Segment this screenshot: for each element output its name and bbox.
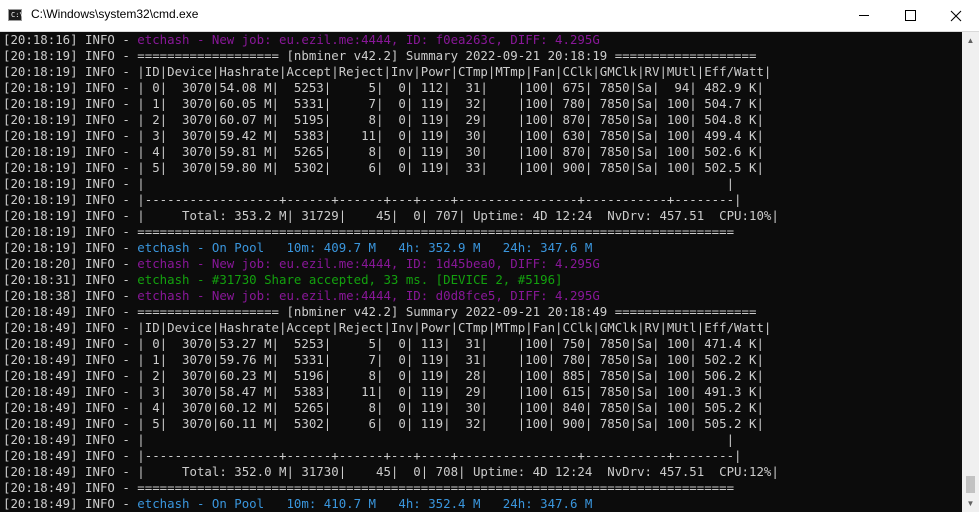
log-message: etchash - On Pool 10m: 409.7 M 4h: 352.9… — [137, 240, 593, 255]
log-prefix: [20:18:49] INFO - | Total: 352.0 M| 3173… — [3, 464, 779, 479]
log-prefix: [20:18:19] INFO - | | — [3, 176, 735, 191]
log-prefix: [20:18:49] INFO - | 4| 3070|60.12 M| 526… — [3, 400, 764, 415]
log-prefix: [20:18:19] INFO - |ID|Device|Hashrate|Ac… — [3, 64, 772, 79]
log-prefix: [20:18:19] INFO - =================== [n… — [3, 48, 757, 63]
close-icon — [950, 10, 962, 21]
log-prefix: [20:18:49] INFO - |ID|Device|Hashrate|Ac… — [3, 320, 772, 335]
log-prefix: [20:18:31] INFO - — [3, 272, 138, 287]
log-message: etchash - #31730 Share accepted, 33 ms. … — [137, 272, 563, 287]
console-line: [20:18:49] INFO - | | — [3, 432, 779, 448]
log-message: etchash - New job: eu.ezil.me:4444, ID: … — [137, 256, 600, 271]
log-prefix: [20:18:16] INFO - — [3, 32, 138, 47]
log-prefix: [20:18:49] INFO - |------------------+--… — [3, 448, 742, 463]
log-prefix: [20:18:49] INFO - =================== [n… — [3, 304, 757, 319]
console-line: [20:18:19] INFO - =================== [n… — [3, 48, 779, 64]
log-prefix: [20:18:38] INFO - — [3, 288, 138, 303]
log-prefix: [20:18:49] INFO - | 5| 3070|60.11 M| 530… — [3, 416, 764, 431]
console-line: [20:18:19] INFO - | 3| 3070|59.42 M| 538… — [3, 128, 779, 144]
console-line: [20:18:19] INFO - etchash - On Pool 10m:… — [3, 240, 779, 256]
console-line: [20:18:19] INFO - ======================… — [3, 224, 779, 240]
console-line: [20:18:49] INFO - | 2| 3070|60.23 M| 519… — [3, 368, 779, 384]
console-lines: [20:18:16] INFO - etchash - New job: eu.… — [3, 32, 779, 512]
console-line: [20:18:49] INFO - | 5| 3070|60.11 M| 530… — [3, 416, 779, 432]
scroll-up-arrow-icon[interactable]: ▲ — [962, 32, 979, 49]
console-line: [20:18:49] INFO - =================== [n… — [3, 304, 779, 320]
log-prefix: [20:18:19] INFO - | 0| 3070|54.08 M| 525… — [3, 80, 764, 95]
console-line: [20:18:16] INFO - etchash - New job: eu.… — [3, 32, 779, 48]
console-line: [20:18:19] INFO - | | — [3, 176, 779, 192]
log-prefix: [20:18:19] INFO - | 2| 3070|60.07 M| 519… — [3, 112, 764, 127]
log-prefix: [20:18:49] INFO - | 2| 3070|60.23 M| 519… — [3, 368, 764, 383]
vertical-scrollbar[interactable]: ▲ ▼ — [962, 32, 979, 512]
log-prefix: [20:18:19] INFO - |------------------+--… — [3, 192, 742, 207]
console-line: [20:18:49] INFO - | 4| 3070|60.12 M| 526… — [3, 400, 779, 416]
cmd-icon: C:\ — [8, 9, 24, 21]
console-line: [20:18:49] INFO - |------------------+--… — [3, 448, 779, 464]
console-line: [20:18:49] INFO - | 3| 3070|58.47 M| 538… — [3, 384, 779, 400]
console-line: [20:18:19] INFO - | 1| 3070|60.05 M| 533… — [3, 96, 779, 112]
console-line: [20:18:19] INFO - |ID|Device|Hashrate|Ac… — [3, 64, 779, 80]
window-title: C:\Windows\system32\cmd.exe — [31, 7, 199, 21]
log-prefix: [20:18:49] INFO - | 0| 3070|53.27 M| 525… — [3, 336, 764, 351]
log-prefix: [20:18:19] INFO - | Total: 353.2 M| 3172… — [3, 208, 779, 223]
maximize-icon — [904, 10, 916, 21]
console-line: [20:18:19] INFO - | 2| 3070|60.07 M| 519… — [3, 112, 779, 128]
log-prefix: [20:18:49] INFO - ======================… — [3, 480, 735, 495]
console-line: [20:18:19] INFO - | 5| 3070|59.80 M| 530… — [3, 160, 779, 176]
log-prefix: [20:18:49] INFO - | | — [3, 432, 735, 447]
log-prefix: [20:18:19] INFO - | 4| 3070|59.81 M| 526… — [3, 144, 764, 159]
console-line: [20:18:31] INFO - etchash - #31730 Share… — [3, 272, 779, 288]
log-prefix: [20:18:49] INFO - | 1| 3070|59.76 M| 533… — [3, 352, 764, 367]
console-line: [20:18:19] INFO - | 0| 3070|54.08 M| 525… — [3, 80, 779, 96]
console-line: [20:18:20] INFO - etchash - New job: eu.… — [3, 256, 779, 272]
minimize-icon — [859, 15, 869, 16]
log-prefix: [20:18:49] INFO - | 3| 3070|58.47 M| 538… — [3, 384, 764, 399]
maximize-button[interactable] — [887, 0, 933, 31]
console-line: [20:18:19] INFO - | Total: 353.2 M| 3172… — [3, 208, 779, 224]
log-prefix: [20:18:20] INFO - — [3, 256, 138, 271]
title-bar: C:\ C:\Windows\system32\cmd.exe — [0, 0, 979, 32]
console-line: [20:18:49] INFO - | 0| 3070|53.27 M| 525… — [3, 336, 779, 352]
console-line: [20:18:49] INFO - |ID|Device|Hashrate|Ac… — [3, 320, 779, 336]
log-prefix: [20:18:19] INFO - | 1| 3070|60.05 M| 533… — [3, 96, 764, 111]
log-message: etchash - New job: eu.ezil.me:4444, ID: … — [137, 288, 600, 303]
log-prefix: [20:18:19] INFO - | 3| 3070|59.42 M| 538… — [3, 128, 764, 143]
console-line: [20:18:49] INFO - | Total: 352.0 M| 3173… — [3, 464, 779, 480]
log-message: etchash - New job: eu.ezil.me:4444, ID: … — [137, 32, 600, 47]
log-message: etchash - On Pool 10m: 410.7 M 4h: 352.4… — [137, 496, 593, 511]
log-prefix: [20:18:19] INFO - — [3, 240, 138, 255]
console-line: [20:18:49] INFO - | 1| 3070|59.76 M| 533… — [3, 352, 779, 368]
console-line: [20:18:49] INFO - ======================… — [3, 480, 779, 496]
console-line: [20:18:38] INFO - etchash - New job: eu.… — [3, 288, 779, 304]
scroll-down-arrow-icon[interactable]: ▼ — [962, 495, 979, 512]
cmd-icon-text: C:\ — [11, 11, 24, 19]
console-line: [20:18:19] INFO - |------------------+--… — [3, 192, 779, 208]
console-output[interactable]: [20:18:16] INFO - etchash - New job: eu.… — [0, 32, 962, 512]
console-line: [20:18:19] INFO - | 4| 3070|59.81 M| 526… — [3, 144, 779, 160]
close-button[interactable] — [933, 0, 979, 31]
log-prefix: [20:18:49] INFO - — [3, 496, 138, 511]
log-prefix: [20:18:19] INFO - | 5| 3070|59.80 M| 530… — [3, 160, 764, 175]
console-line: [20:18:49] INFO - etchash - On Pool 10m:… — [3, 496, 779, 512]
log-prefix: [20:18:19] INFO - ======================… — [3, 224, 735, 239]
minimize-button[interactable] — [841, 0, 887, 31]
scroll-thumb[interactable] — [966, 476, 975, 493]
